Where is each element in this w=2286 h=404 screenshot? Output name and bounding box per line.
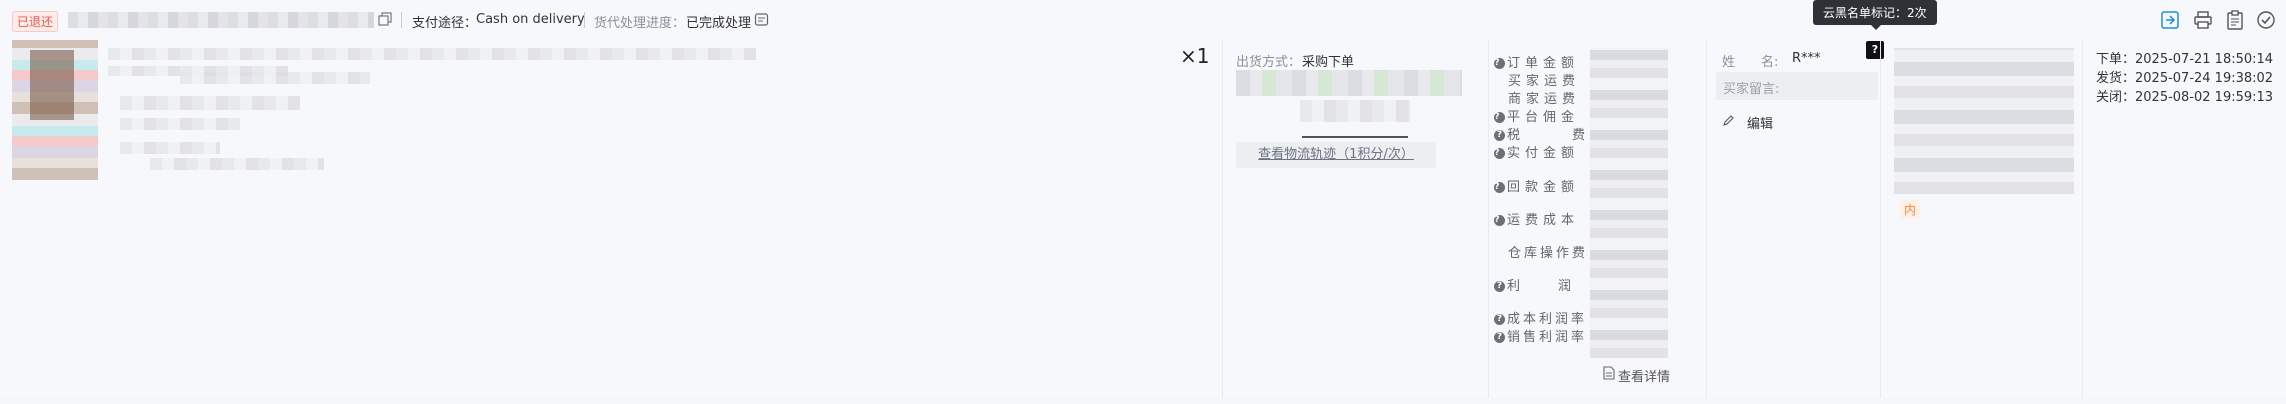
help-icon[interactable]: ? <box>1494 215 1505 226</box>
help-icon[interactable]: ? <box>1494 182 1505 193</box>
product-image-detail <box>30 50 74 120</box>
product-title-redacted <box>108 48 756 60</box>
shipping-method-value: 采购下单 <box>1302 55 1355 70</box>
column-divider <box>1488 40 1489 398</box>
help-icon[interactable]: ? <box>1494 58 1505 69</box>
receipt-icon[interactable] <box>754 12 769 31</box>
column-divider <box>1706 40 1707 398</box>
separator <box>401 12 402 28</box>
edit-button[interactable]: 编辑 <box>1747 113 1773 132</box>
column-divider <box>1880 40 1881 398</box>
check-circle-icon[interactable] <box>2256 10 2276 30</box>
shipping-method-label: 出货方式： <box>1236 55 1302 70</box>
ship-time: 发货：2025-07-24 19:38:02 <box>2096 71 2274 86</box>
status-badge: 已退还 <box>12 11 59 32</box>
product-attr-redacted <box>150 158 324 170</box>
order-number-redacted <box>68 12 374 28</box>
product-attr-redacted <box>120 118 240 130</box>
export-icon[interactable] <box>2160 10 2180 30</box>
inner-tag: 内 <box>1900 200 1921 219</box>
help-icon[interactable]: ? <box>1494 112 1505 123</box>
column-divider <box>2082 40 2083 398</box>
tracking-number-redacted <box>1236 70 1462 96</box>
progress-label: 货代处理进度： <box>594 16 686 31</box>
column-divider <box>1222 40 1223 398</box>
help-icon[interactable]: ? <box>1494 281 1505 292</box>
tracking-underline <box>1302 136 1408 138</box>
close-time: 关闭：2025-08-02 19:59:13 <box>2096 90 2274 105</box>
product-attr-redacted <box>120 142 220 154</box>
product-attr-redacted <box>180 72 370 84</box>
view-logistics-button[interactable]: 查看物流轨迹（1积分/次） <box>1236 142 1436 168</box>
buyer-message-placeholder: 买家留言: <box>1723 82 1780 97</box>
edit-icon[interactable] <box>1722 114 1735 131</box>
shipping-address-redacted <box>1894 48 2074 194</box>
payment-value: Cash on delivery <box>476 12 585 27</box>
clipboard-icon[interactable] <box>2225 10 2245 30</box>
buyer-message-box[interactable]: 买家留言: <box>1716 72 1878 100</box>
product-quantity: ×1 <box>1180 44 1210 68</box>
help-icon[interactable]: ? <box>1494 314 1505 325</box>
view-details-link[interactable]: 查看详情 <box>1618 366 1670 385</box>
tooltip-arrow <box>1870 24 1882 30</box>
buyer-name-label: 姓 名: <box>1722 55 1779 70</box>
progress-value: 已完成处理 <box>686 16 752 31</box>
blacklist-tooltip: 云黑名单标记：2次 <box>1813 0 1937 25</box>
order-time: 下单：2025-07-21 18:50:14 <box>2096 52 2274 67</box>
document-icon <box>1603 366 1615 384</box>
print-icon[interactable] <box>2193 10 2213 30</box>
copy-icon[interactable] <box>378 12 392 30</box>
help-icon[interactable]: ? <box>1494 332 1505 343</box>
buyer-name-value: R*** <box>1792 51 1821 66</box>
separator <box>584 12 585 28</box>
payment-label: 支付途径： <box>412 16 478 31</box>
product-attr-redacted <box>120 96 300 110</box>
help-icon[interactable]: ? <box>1494 148 1505 159</box>
help-icon[interactable]: ? <box>1494 130 1505 141</box>
blacklist-marker[interactable]: ? <box>1866 41 1884 59</box>
fee-values-redacted <box>1590 48 1668 358</box>
tracking-info-redacted <box>1300 100 1410 122</box>
